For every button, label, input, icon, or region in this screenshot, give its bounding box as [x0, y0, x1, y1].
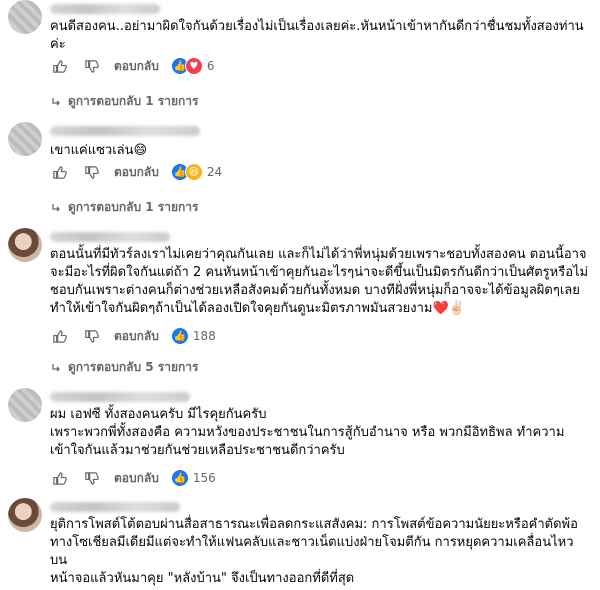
comment-text: ยุติการโพสต์โต้ตอบผ่านสื่อสาธารณะเพื่อลด…	[50, 516, 590, 588]
avatar[interactable]	[8, 122, 42, 156]
thumbs-down-icon	[84, 59, 99, 73]
like-button[interactable]	[50, 327, 68, 345]
like-button[interactable]	[50, 57, 68, 75]
reaction-count: 156	[192, 471, 216, 485]
view-replies-label: ดูการตอบกลับ 5 รายการ	[68, 360, 199, 374]
comment-text: ตอนนั้นที่มีทัวร์ลงเราไม่เคยว่าคุณกันเลย…	[50, 246, 590, 318]
reaction-summary[interactable]: 👍 😆 24	[170, 163, 223, 181]
comment-actions: ตอบกลับ 👍 188	[50, 326, 216, 346]
commenter-name[interactable]	[50, 126, 200, 136]
commenter-name[interactable]	[50, 4, 160, 14]
reaction-summary[interactable]: 👍 ♥ 6	[170, 57, 215, 75]
view-replies-link[interactable]: ดูการตอบกลับ 1 รายการ	[50, 198, 198, 217]
reaction-count: 6	[206, 59, 215, 73]
reaction-summary[interactable]: 👍 188	[170, 327, 216, 345]
reply-button[interactable]: ตอบกลับ	[114, 57, 159, 76]
commenter-name[interactable]	[50, 502, 180, 512]
thumbs-up-icon	[52, 165, 67, 179]
like-button[interactable]	[50, 469, 68, 487]
view-replies-label: ดูการตอบกลับ 1 รายการ	[68, 200, 199, 214]
comment-text: เขาแค่แซวเล่น😄	[50, 142, 590, 160]
thumbs-up-icon	[52, 329, 67, 343]
view-replies-label: ดูการตอบกลับ 1 รายการ	[68, 94, 199, 108]
view-replies-link[interactable]: ดูการตอบกลับ 1 รายการ	[50, 92, 198, 111]
reaction-summary[interactable]: 👍 156	[170, 469, 216, 487]
thumbs-up-icon	[52, 59, 67, 73]
comment-line: จะมีอะไรที่ผิดใจกันแต่ถ้า 2 คนหันหน้าเข้…	[50, 265, 589, 280]
avatar[interactable]	[8, 0, 42, 34]
comment-line: ตอนนั้นที่มีทัวร์ลงเราไม่เคยว่าคุณกันเลย…	[50, 247, 587, 262]
comment-text: คนดีสองคน..อย่ามาผิดใจกันด้วยเรื่องไม่เป…	[50, 18, 590, 54]
comment-line: หน้าจอแล้วหันมาคุย "หลังบ้าน" จึงเป็นทาง…	[50, 571, 355, 586]
thumbs-down-icon	[84, 471, 99, 485]
love-reaction-icon: ♥	[184, 57, 203, 75]
like-button[interactable]	[50, 163, 68, 181]
thumbs-down-icon	[84, 165, 99, 179]
view-replies-link[interactable]: ดูการตอบกลับ 5 รายการ	[50, 358, 198, 377]
like-reaction-icon: 👍	[170, 327, 189, 345]
thumbs-down-icon	[84, 329, 99, 343]
reaction-count: 188	[192, 329, 216, 343]
dislike-button[interactable]	[82, 469, 100, 487]
avatar[interactable]	[8, 498, 42, 532]
comment-line: เพราะพวกพี่ทั้งสองคือ ความหวังของประชาชน…	[50, 425, 565, 440]
comment-line: ผม เอฟซี ทั้งสองคนครับ มีไรคุยกันครับ	[50, 407, 267, 422]
comment-actions: ตอบกลับ 👍 ♥ 6	[50, 56, 215, 76]
dislike-button[interactable]	[82, 327, 100, 345]
avatar[interactable]	[8, 228, 42, 262]
comment-line: ชอบกันเพราะต่างคนก็ต่างช่วยเหลือสังคมด้ว…	[50, 283, 580, 298]
dislike-button[interactable]	[82, 163, 100, 181]
reply-button[interactable]: ตอบกลับ	[114, 327, 159, 346]
dislike-button[interactable]	[82, 57, 100, 75]
comment-actions: ตอบกลับ 👍 156	[50, 468, 216, 488]
reply-arrow-icon	[52, 97, 60, 105]
commenter-name[interactable]	[50, 392, 190, 402]
reply-arrow-icon	[52, 363, 60, 371]
reply-button[interactable]: ตอบกลับ	[114, 163, 159, 182]
comment-line: ค่ะ	[50, 37, 66, 52]
comment-actions: ตอบกลับ 👍 😆 24	[50, 162, 222, 182]
comment-line: ทางโซเชียลมีเดียมีแต่จะทำให้แฟนคลับและชา…	[50, 535, 574, 568]
avatar[interactable]	[8, 388, 42, 422]
comment-line: ทำให้เข้าใจกันผิดๆถ้าเป็นได้ลองเปิดใจคุย…	[50, 301, 465, 316]
reply-arrow-icon	[52, 203, 60, 211]
comment-line: เข้าใจกันแล้วมาช่วยกันช่วยเหลือประชาชนดี…	[50, 443, 345, 458]
haha-reaction-icon: 😆	[184, 163, 203, 181]
comment-line: ยุติการโพสต์โต้ตอบผ่านสื่อสาธารณะเพื่อลด…	[50, 517, 578, 532]
comment-line: คนดีสองคน..อย่ามาผิดใจกันด้วยเรื่องไม่เป…	[50, 19, 584, 34]
comment-line: เขาแค่แซวเล่น😄	[50, 143, 148, 158]
thumbs-up-icon	[52, 471, 67, 485]
commenter-name[interactable]	[50, 232, 170, 242]
like-reaction-icon: 👍	[170, 469, 189, 487]
reply-button[interactable]: ตอบกลับ	[114, 469, 159, 488]
comment-text: ผม เอฟซี ทั้งสองคนครับ มีไรคุยกันครับ เพ…	[50, 406, 590, 460]
reaction-count: 24	[206, 165, 223, 179]
